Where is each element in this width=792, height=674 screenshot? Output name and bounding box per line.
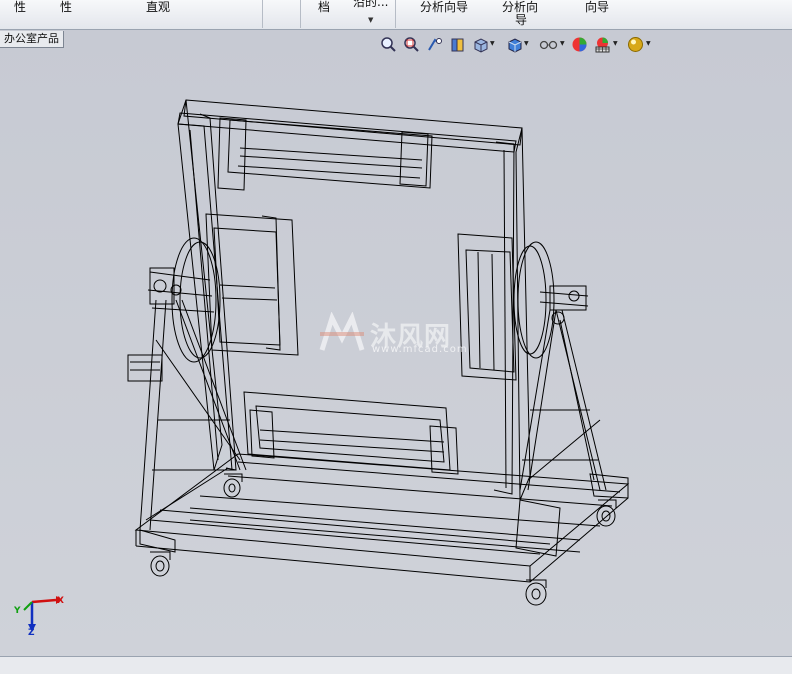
status-bar: [0, 656, 792, 674]
base-frame: [134, 453, 630, 583]
left-turntable-disk: [127, 237, 221, 382]
watermark-url: www.mfcad.com: [372, 344, 468, 355]
triad-x-label: X: [57, 596, 64, 606]
reference-triad: X Y Z: [10, 590, 70, 640]
frame-bottom-beam: [243, 391, 459, 475]
triad-z-label: Z: [28, 628, 35, 638]
frame-top-beam: [177, 99, 523, 191]
triad-y-label: Y: [14, 606, 21, 616]
watermark-logo-icon: [319, 312, 365, 351]
left-a-frame-stand: [139, 299, 247, 553]
right-a-frame-stand: [519, 309, 607, 491]
caster-wheels: [150, 473, 617, 606]
right-clamp-box: [457, 233, 517, 381]
